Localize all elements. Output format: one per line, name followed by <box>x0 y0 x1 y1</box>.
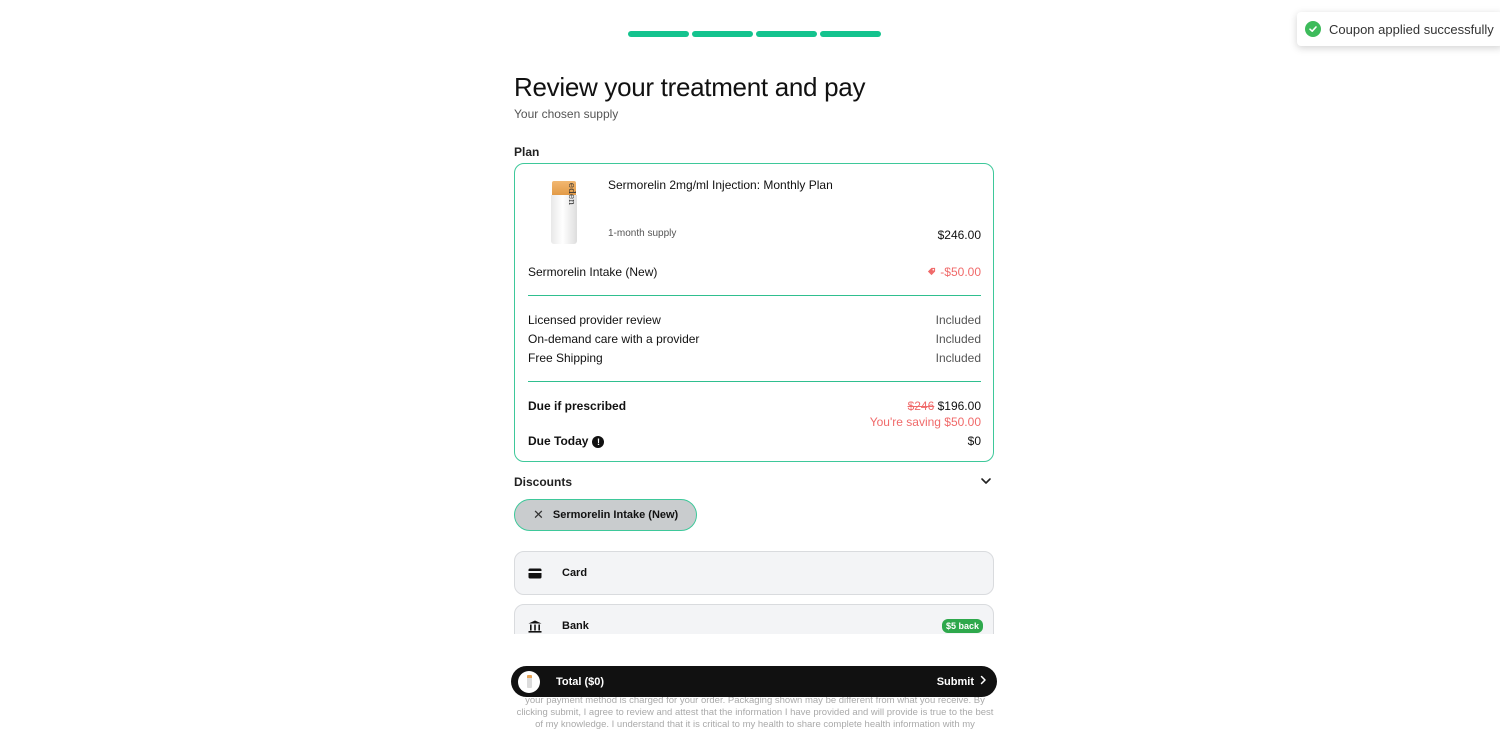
product-thumbnail <box>518 670 540 693</box>
include-value: Included <box>935 313 981 327</box>
due-if-prescribed-label: Due if prescribed <box>528 399 627 413</box>
coupon-toast: Coupon applied successfully <box>1297 12 1500 46</box>
payment-option-card[interactable]: Card <box>514 551 994 595</box>
original-price: $246 <box>907 399 935 413</box>
due-today-row: Due Today! <box>528 434 605 448</box>
plan-card: eden Sermorelin 2mg/ml Injection: Monthl… <box>514 163 994 462</box>
legal-disclaimer: your payment method is charged for your … <box>516 695 994 730</box>
payment-option-label: Bank <box>562 620 589 632</box>
include-label: Free Shipping <box>528 351 603 365</box>
include-value: Included <box>935 351 981 365</box>
savings-text: You're saving $50.00 <box>869 415 981 429</box>
submit-label: Submit <box>936 675 974 688</box>
submit-button[interactable]: Submit <box>937 675 987 688</box>
discounts-label: Discounts <box>514 475 573 489</box>
progress-bar <box>628 31 881 37</box>
submit-bar[interactable]: Total ($0) Submit <box>511 666 997 697</box>
include-label: On-demand care with a provider <box>528 332 700 346</box>
discount-amount: -$50.00 <box>940 265 981 279</box>
remove-icon[interactable]: ✕ <box>533 507 544 523</box>
progress-step <box>692 31 753 37</box>
due-if-prescribed-amounts: $246 $196.00 <box>908 399 981 413</box>
discount-name: Sermorelin Intake (New) <box>528 265 658 279</box>
due-if-prescribed-value: $196.00 <box>937 399 981 413</box>
due-today-label: Due Today <box>528 434 589 448</box>
chevron-right-icon <box>980 675 987 688</box>
check-circle-icon <box>1305 21 1321 37</box>
supply-duration: 1-month supply <box>608 228 677 239</box>
due-today-value: $0 <box>967 434 981 448</box>
applied-discount-label: Sermorelin Intake (New) <box>552 509 679 521</box>
product-price: $246.00 <box>937 228 981 242</box>
bank-icon <box>528 620 542 633</box>
product-image: eden <box>551 181 577 244</box>
chevron-down-icon[interactable] <box>980 474 992 492</box>
page-subtitle: Your chosen supply <box>514 107 619 121</box>
progress-step <box>628 31 689 37</box>
info-icon[interactable]: ! <box>592 435 605 448</box>
applied-discount-chip[interactable]: ✕ Sermorelin Intake (New) <box>514 499 697 531</box>
tag-icon <box>927 265 936 279</box>
cashback-badge: $5 back <box>941 619 983 633</box>
plan-label: Plan <box>514 145 540 159</box>
discount-line: -$50.00 <box>927 265 981 279</box>
page-title: Review your treatment and pay <box>514 72 866 102</box>
divider <box>528 295 981 296</box>
payment-option-label: Card <box>562 567 588 579</box>
progress-step <box>820 31 881 37</box>
order-total: Total ($0) <box>556 675 605 688</box>
progress-step <box>756 31 817 37</box>
toast-message: Coupon applied successfully <box>1329 21 1494 37</box>
include-value: Included <box>935 332 981 346</box>
include-label: Licensed provider review <box>528 313 661 327</box>
scroll-fade <box>500 634 1020 666</box>
divider <box>528 381 981 382</box>
vial-brand: eden <box>566 182 576 205</box>
credit-card-icon <box>528 568 542 579</box>
product-name: Sermorelin 2mg/ml Injection: Monthly Pla… <box>608 178 833 192</box>
